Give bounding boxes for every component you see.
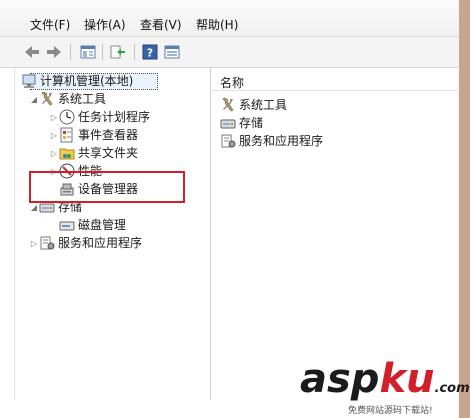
expand-arrow-icon[interactable]: ▷ xyxy=(49,131,59,140)
expand-arrow-icon[interactable]: ▷ xyxy=(49,113,59,122)
expand-arrow-icon[interactable]: ▷ xyxy=(49,149,59,158)
tree-label-shared-folders: 共享文件夹 xyxy=(78,146,139,160)
storage-icon xyxy=(220,115,236,131)
toolbar-separator xyxy=(102,44,103,60)
svg-text:?: ? xyxy=(147,47,153,60)
menu-help[interactable]: 帮助(H) xyxy=(196,18,238,32)
watermark-logo: aspku.com xyxy=(300,356,470,402)
tree-node-shared-folders[interactable]: ▷ 共享文件夹 xyxy=(49,144,138,162)
watermark-logo-asp: asp xyxy=(300,356,380,402)
computer-management-window: 文件(F) 操作(A) 查看(V) 帮助(H) ? 计算机管理(本地) ◢ 系统… xyxy=(0,0,470,418)
tree-label-system-tools: 系统工具 xyxy=(58,92,107,106)
collapse-arrow-icon[interactable]: ◢ xyxy=(29,95,39,104)
tree-node-task-scheduler[interactable]: ▷ 任务计划程序 xyxy=(49,108,150,126)
list-item-label: 存储 xyxy=(239,116,264,130)
show-hide-tree-icon[interactable] xyxy=(78,43,98,61)
system-tools-icon xyxy=(220,97,236,113)
watermark-logo-ku: ku xyxy=(379,356,435,402)
results-pane: 名称 系统工具 存储 服务和应用程序 xyxy=(212,68,458,400)
computer-management-icon xyxy=(21,73,37,89)
help-icon[interactable]: ? xyxy=(140,43,160,61)
event-viewer-icon xyxy=(59,127,75,143)
tree-label-services-apps: 服务和应用程序 xyxy=(58,236,143,250)
tree-node-event-viewer[interactable]: ▷ 事件查看器 xyxy=(49,126,138,144)
back-icon[interactable] xyxy=(22,43,42,61)
toolbar-separator xyxy=(134,44,135,60)
menu-bar: 文件(F) 操作(A) 查看(V) 帮助(H) xyxy=(0,0,459,37)
column-header-label: 名称 xyxy=(220,76,245,90)
column-header-name[interactable]: 名称 xyxy=(212,68,458,91)
tree-label-task-scheduler: 任务计划程序 xyxy=(78,110,151,124)
disk-management-icon xyxy=(59,217,75,233)
toolbar-separator xyxy=(70,44,71,60)
watermark-subtitle: 免费网站源码下载站! xyxy=(348,406,433,416)
tree-label-event-viewer: 事件查看器 xyxy=(78,128,139,142)
system-tools-icon xyxy=(39,91,55,107)
toolbar: ? xyxy=(0,37,459,68)
list-item-label: 系统工具 xyxy=(239,98,288,112)
collapse-arrow-icon[interactable]: ◢ xyxy=(29,203,39,212)
menu-action[interactable]: 操作(A) xyxy=(84,18,126,32)
services-apps-icon xyxy=(39,235,55,251)
tree-node-computer-management[interactable]: 计算机管理(本地) xyxy=(21,72,133,90)
watermark: aspku.com 免费网站源码下载站! xyxy=(300,356,470,418)
list-item[interactable]: 系统工具 xyxy=(220,96,287,114)
tree-node-disk-management[interactable]: 磁盘管理 xyxy=(59,216,126,234)
list-item-label: 服务和应用程序 xyxy=(239,134,324,148)
tree-node-system-tools[interactable]: ◢ 系统工具 xyxy=(29,90,106,108)
list-item[interactable]: 存储 xyxy=(220,114,263,132)
shared-folder-icon xyxy=(59,145,75,161)
menu-file[interactable]: 文件(F) xyxy=(30,18,70,32)
expand-arrow-icon[interactable]: ▷ xyxy=(29,239,39,248)
tree-label-disk-management: 磁盘管理 xyxy=(78,218,127,232)
properties-icon[interactable] xyxy=(162,43,182,61)
forward-icon[interactable] xyxy=(44,43,64,61)
list-item[interactable]: 服务和应用程序 xyxy=(220,132,323,150)
menu-view[interactable]: 查看(V) xyxy=(140,18,182,32)
console-tree: 计算机管理(本地) ◢ 系统工具 ▷ 任务计划程序 ▷ 事件查看器 ▷ 共享文件… xyxy=(14,68,211,400)
services-apps-icon xyxy=(220,133,236,149)
tree-node-services-apps[interactable]: ▷ 服务和应用程序 xyxy=(29,234,142,252)
export-list-icon[interactable] xyxy=(108,43,128,61)
watermark-logo-domain: .com xyxy=(434,381,470,396)
annotation-highlight-box xyxy=(29,171,185,203)
tree-label-root: 计算机管理(本地) xyxy=(40,74,134,88)
task-scheduler-icon xyxy=(59,109,75,125)
